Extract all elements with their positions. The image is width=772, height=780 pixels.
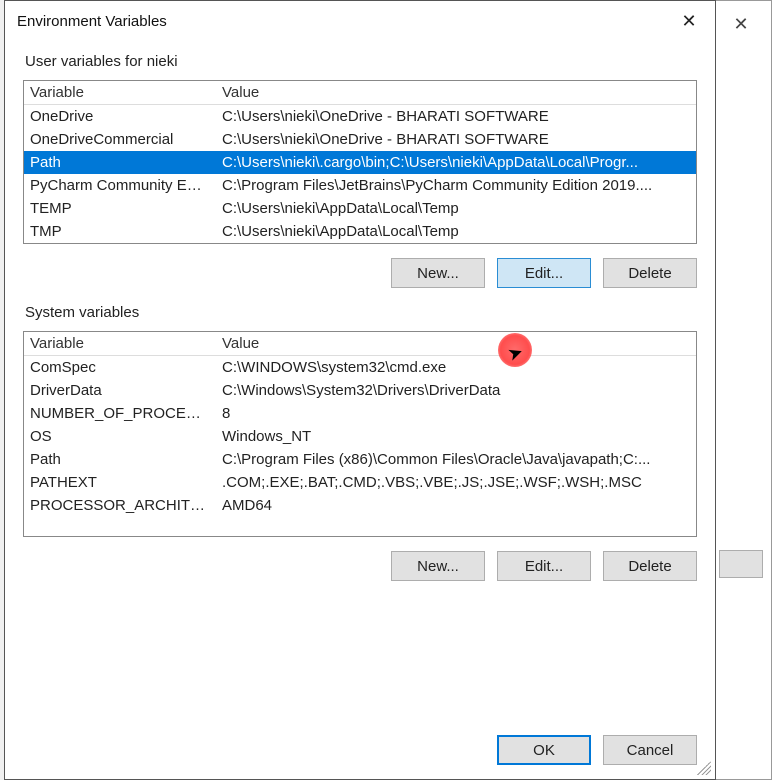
system-variables-table-wrap: Variable Value ComSpecC:\WINDOWS\system3…: [23, 331, 697, 537]
cell-variable: DriverData: [24, 379, 216, 402]
dialog-body: User variables for nieki Variable Value …: [5, 43, 715, 715]
system-variables-table[interactable]: Variable Value ComSpecC:\WINDOWS\system3…: [24, 332, 696, 517]
dialog-title: Environment Variables: [17, 13, 167, 30]
user-delete-button[interactable]: Delete: [603, 258, 697, 288]
cell-variable: Path: [24, 151, 216, 174]
table-row[interactable]: OSWindows_NT: [24, 425, 696, 448]
cell-variable: TEMP: [24, 197, 216, 220]
system-variables-group: System variables Variable Value ComSpecC…: [23, 300, 697, 581]
cell-value: C:\Users\nieki\.cargo\bin;C:\Users\nieki…: [216, 151, 696, 174]
table-row[interactable]: PathC:\Users\nieki\.cargo\bin;C:\Users\n…: [24, 151, 696, 174]
cell-value: C:\Windows\System32\Drivers\DriverData: [216, 379, 696, 402]
user-variables-table-wrap: Variable Value OneDriveC:\Users\nieki\On…: [23, 80, 697, 244]
cell-variable: OneDrive: [24, 105, 216, 129]
table-row[interactable]: NUMBER_OF_PROCESSORS8: [24, 402, 696, 425]
cell-variable: TMP: [24, 220, 216, 243]
cell-variable: OS: [24, 425, 216, 448]
titlebar: Environment Variables ✕: [5, 1, 715, 43]
cell-value: C:\Program Files (x86)\Common Files\Orac…: [216, 448, 696, 471]
cell-variable: PATHEXT: [24, 471, 216, 494]
user-variables-group: User variables for nieki Variable Value …: [23, 49, 697, 288]
cell-variable: PyCharm Community Editi...: [24, 174, 216, 197]
user-variables-label: User variables for nieki: [23, 49, 697, 80]
background-partial-button: [719, 550, 763, 578]
column-header-value[interactable]: Value: [216, 81, 696, 105]
table-row[interactable]: ComSpecC:\WINDOWS\system32\cmd.exe: [24, 356, 696, 380]
table-row[interactable]: OneDriveC:\Users\nieki\OneDrive - BHARAT…: [24, 105, 696, 129]
cell-value: Windows_NT: [216, 425, 696, 448]
table-row[interactable]: PathC:\Program Files (x86)\Common Files\…: [24, 448, 696, 471]
table-row[interactable]: PATHEXT.COM;.EXE;.BAT;.CMD;.VBS;.VBE;.JS…: [24, 471, 696, 494]
system-buttons-row: New... Edit... Delete: [23, 537, 697, 581]
user-variables-table[interactable]: Variable Value OneDriveC:\Users\nieki\On…: [24, 81, 696, 243]
cell-value: .COM;.EXE;.BAT;.CMD;.VBS;.VBE;.JS;.JSE;.…: [216, 471, 696, 494]
cell-variable: NUMBER_OF_PROCESSORS: [24, 402, 216, 425]
dialog-footer: OK Cancel: [5, 715, 715, 779]
resize-grip-icon[interactable]: [697, 761, 711, 775]
user-edit-button[interactable]: Edit...: [497, 258, 591, 288]
user-new-button[interactable]: New...: [391, 258, 485, 288]
table-row[interactable]: TEMPC:\Users\nieki\AppData\Local\Temp: [24, 197, 696, 220]
system-edit-button[interactable]: Edit...: [497, 551, 591, 581]
table-row[interactable]: DriverDataC:\Windows\System32\Drivers\Dr…: [24, 379, 696, 402]
table-row[interactable]: OneDriveCommercialC:\Users\nieki\OneDriv…: [24, 128, 696, 151]
cell-variable: PROCESSOR_ARCHITECTU...: [24, 494, 216, 517]
cell-value: C:\Users\nieki\OneDrive - BHARATI SOFTWA…: [216, 128, 696, 151]
table-row[interactable]: PyCharm Community Editi...C:\Program Fil…: [24, 174, 696, 197]
user-buttons-row: New... Edit... Delete: [23, 244, 697, 288]
cancel-button[interactable]: Cancel: [603, 735, 697, 765]
system-delete-button[interactable]: Delete: [603, 551, 697, 581]
system-variables-label: System variables: [23, 300, 697, 331]
cell-value: C:\Program Files\JetBrains\PyCharm Commu…: [216, 174, 696, 197]
column-header-value[interactable]: Value: [216, 332, 696, 356]
cell-value: C:\Users\nieki\AppData\Local\Temp: [216, 220, 696, 243]
table-row[interactable]: TMPC:\Users\nieki\AppData\Local\Temp: [24, 220, 696, 243]
close-icon[interactable]: ✕: [673, 9, 705, 33]
cell-value: 8: [216, 402, 696, 425]
column-header-variable[interactable]: Variable: [24, 81, 216, 105]
cell-value: C:\Users\nieki\AppData\Local\Temp: [216, 197, 696, 220]
system-new-button[interactable]: New...: [391, 551, 485, 581]
cell-variable: ComSpec: [24, 356, 216, 380]
background-close-button[interactable]: ✕: [719, 9, 763, 39]
cell-variable: OneDriveCommercial: [24, 128, 216, 151]
cell-value: C:\Users\nieki\OneDrive - BHARATI SOFTWA…: [216, 105, 696, 129]
cell-value: AMD64: [216, 494, 696, 517]
ok-button[interactable]: OK: [497, 735, 591, 765]
cell-value: C:\WINDOWS\system32\cmd.exe: [216, 356, 696, 380]
column-header-variable[interactable]: Variable: [24, 332, 216, 356]
table-row[interactable]: PROCESSOR_ARCHITECTU...AMD64: [24, 494, 696, 517]
environment-variables-dialog: Environment Variables ✕ User variables f…: [4, 0, 716, 780]
cell-variable: Path: [24, 448, 216, 471]
